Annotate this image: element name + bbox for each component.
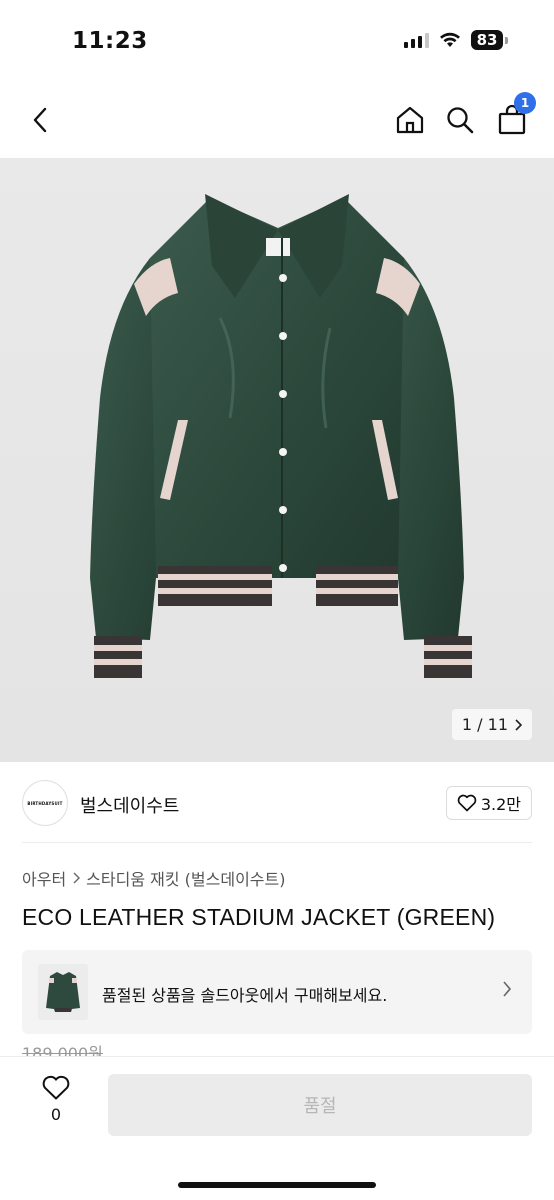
chevron-right-icon <box>515 718 522 731</box>
home-button[interactable] <box>392 102 428 138</box>
cart-button[interactable]: 1 <box>494 92 536 138</box>
heart-icon <box>457 794 477 812</box>
chevron-left-icon <box>33 107 47 133</box>
soldout-banner-text: 품절된 상품을 솔드아웃에서 구매해보세요. <box>102 986 388 1005</box>
soldout-thumbnail <box>38 964 88 1020</box>
jacket-image <box>90 194 472 678</box>
bottom-bar: 0 품절 <box>0 1056 554 1200</box>
soldout-banner[interactable]: 품절된 상품을 솔드아웃에서 구매해보세요. <box>22 950 532 1034</box>
breadcrumb: 아우터 스타디움 재킷 (벌스데이수트) <box>22 866 285 890</box>
home-indicator <box>178 1182 376 1188</box>
back-button[interactable] <box>22 100 58 140</box>
status-time: 11:23 <box>72 28 148 54</box>
brand-row: BIRTHDAYSUIT 벌스데이수트 3.2만 <box>0 776 554 834</box>
chevron-right-icon <box>502 980 512 1002</box>
brand-like-button[interactable]: 3.2만 <box>445 786 532 820</box>
product-image[interactable]: 1 / 11 <box>0 158 554 762</box>
soldout-button: 품절 <box>108 1074 532 1136</box>
battery-level: 83 <box>471 30 503 50</box>
brand-name[interactable]: 벌스데이수트 <box>80 792 179 818</box>
status-bar: 11:23 83 <box>0 0 554 84</box>
wishlist-button[interactable]: 0 <box>36 1075 76 1124</box>
battery-icon: 83 <box>471 30 508 50</box>
chevron-right-icon <box>73 872 81 884</box>
product-title: ECO LEATHER STADIUM JACKET (GREEN) <box>22 904 496 930</box>
image-counter-label: 1 / 11 <box>461 715 508 734</box>
breadcrumb-subcategory[interactable]: 스타디움 재킷 (벌스데이수트) <box>86 866 285 890</box>
breadcrumb-category[interactable]: 아우터 <box>22 866 66 890</box>
image-counter[interactable]: 1 / 11 <box>451 709 532 740</box>
wifi-icon <box>440 32 460 47</box>
wishlist-count: 0 <box>50 1105 62 1124</box>
home-icon <box>396 106 424 134</box>
original-price: 189,000원 <box>22 1044 103 1056</box>
heart-icon <box>42 1075 70 1100</box>
search-button[interactable] <box>442 102 478 138</box>
cart-count-badge: 1 <box>514 92 536 114</box>
brand-like-count: 3.2만 <box>480 795 521 814</box>
cellular-signal-icon <box>404 32 429 48</box>
brand-logo[interactable]: BIRTHDAYSUIT <box>22 780 68 826</box>
nav-bar: 1 <box>0 92 554 150</box>
status-indicators: 83 <box>404 30 508 50</box>
divider <box>22 842 532 843</box>
search-icon <box>447 107 474 134</box>
